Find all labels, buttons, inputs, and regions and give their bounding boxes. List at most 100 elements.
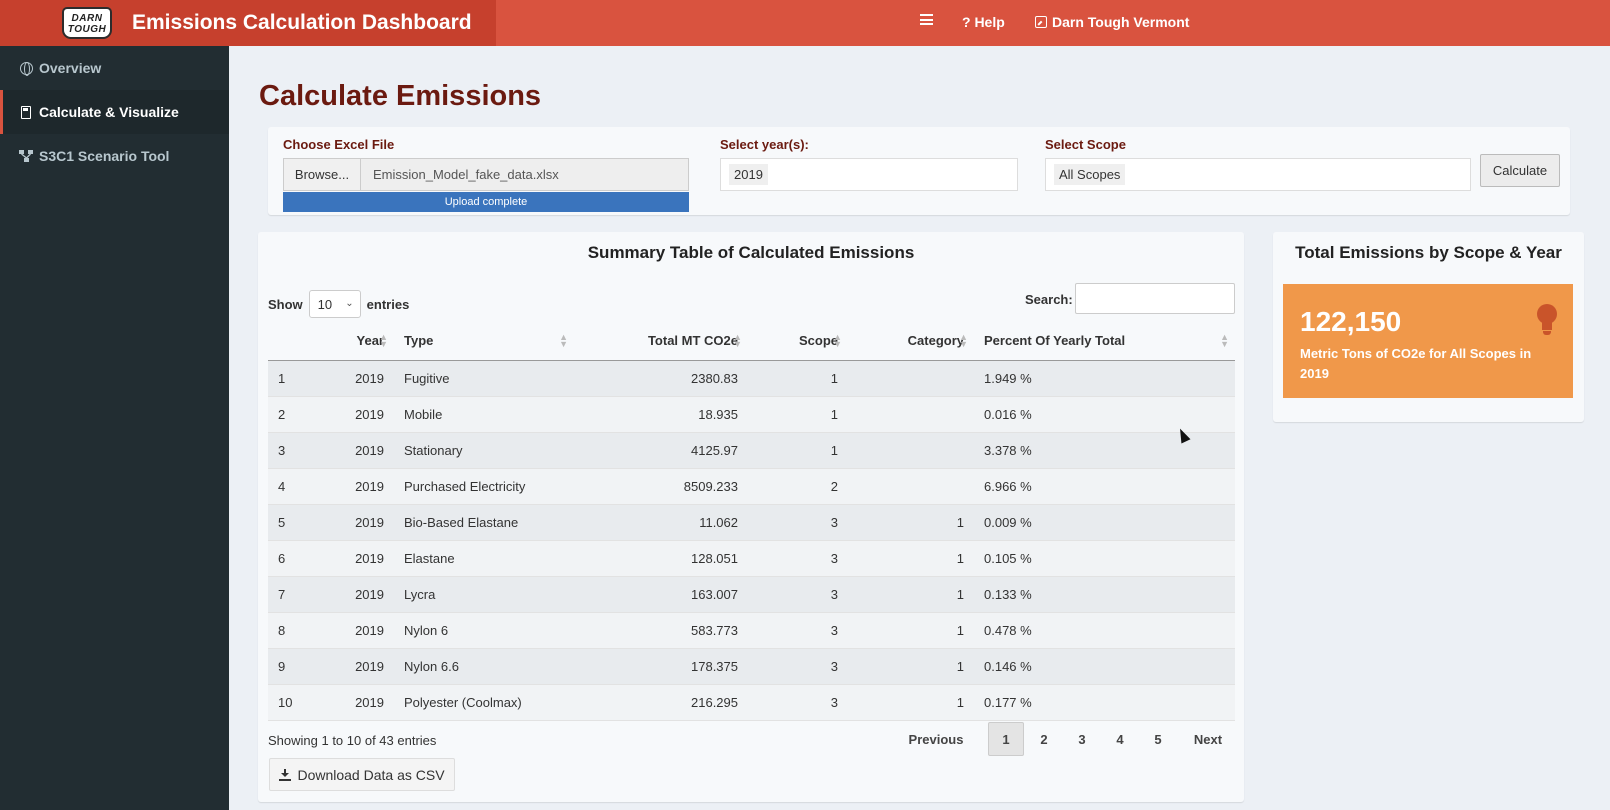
- column-header-label: Type: [404, 333, 434, 349]
- pagination-page-1[interactable]: 1: [988, 722, 1024, 756]
- table-row[interactable]: 6 2019 Elastane 128.051 3 1 0.105 %: [268, 540, 1235, 577]
- scope-chip[interactable]: All Scopes: [1054, 164, 1126, 185]
- sidebar-item-label: Calculate & Visualize: [39, 104, 179, 120]
- table-cell: 8509.233: [574, 468, 748, 505]
- sidebar-item-overview[interactable]: Overview: [0, 46, 229, 90]
- browse-button[interactable]: Browse...: [284, 159, 361, 190]
- table-row[interactable]: 4 2019 Purchased Electricity 8509.233 2 6.966…: [268, 468, 1235, 505]
- table-cell: Fugitive: [394, 360, 574, 397]
- table-row[interactable]: 3 2019 Stationary 4125.97 1 3.378 %: [268, 432, 1235, 469]
- table-row[interactable]: 10 2019 Polyester (Coolmax) 216.295 3 1 0.177 …: [268, 684, 1235, 721]
- table-row[interactable]: 1 2019 Fugitive 2380.83 1 1.949 %: [268, 360, 1235, 397]
- scope-select[interactable]: All Scopes: [1045, 158, 1471, 191]
- file-name: Emission_Model_fake_data.xlsx: [373, 167, 559, 182]
- entries-length-value: 10: [317, 296, 333, 312]
- table-cell: 2019: [328, 684, 394, 721]
- table-info: Showing 1 to 10 of 43 entries: [268, 733, 437, 748]
- table-cell: 216.295: [574, 684, 748, 721]
- table-cell: 0.478 %: [974, 612, 1235, 649]
- pagination-page-2[interactable]: 2: [1026, 722, 1062, 756]
- show-label: Show: [268, 296, 303, 312]
- table-cell: Nylon 6.6: [394, 648, 574, 685]
- calculator-icon: [19, 105, 33, 119]
- table-cell: Stationary: [394, 432, 574, 469]
- sort-icon: ▲ ▼: [559, 332, 568, 349]
- pagination-page-5[interactable]: 5: [1140, 722, 1176, 756]
- table-cell: 3: [748, 576, 848, 613]
- column-header-percent[interactable]: Percent Of Yearly Total ▲ ▼: [974, 322, 1235, 361]
- download-csv-button[interactable]: Download Data as CSV: [269, 758, 455, 791]
- sidebar-item-s3c1-scenario-tool[interactable]: S3C1 Scenario Tool: [0, 134, 229, 178]
- table-cell: 3: [748, 612, 848, 649]
- table-cell: 2019: [328, 360, 394, 397]
- table-cell: 1: [848, 576, 974, 613]
- download-csv-label: Download Data as CSV: [297, 766, 445, 783]
- pagination-previous[interactable]: Previous: [902, 722, 970, 756]
- column-header-label: Percent Of Yearly Total: [984, 333, 1126, 349]
- table-cell: 4: [268, 468, 328, 505]
- total-emissions-value: 122,150: [1300, 306, 1402, 337]
- search-label: Search:: [1025, 292, 1073, 307]
- table-row[interactable]: 2 2019 Mobile 18.935 1 0.016 %: [268, 396, 1235, 433]
- brand-area: DARN TOUGH Emissions Calculation Dashboa…: [0, 0, 496, 46]
- pagination-page-4[interactable]: 4: [1102, 722, 1138, 756]
- table-cell: 2: [268, 396, 328, 433]
- entries-label: entries: [366, 296, 410, 312]
- table-cell: 8: [268, 612, 328, 649]
- pagination-page-3[interactable]: 3: [1064, 722, 1100, 756]
- column-header-label: Total MT CO2e: [647, 333, 738, 349]
- sidebar-toggle-button[interactable]: [920, 14, 933, 25]
- column-header-label: Category: [907, 333, 964, 349]
- search-input[interactable]: [1075, 283, 1235, 314]
- table-cell: 583.773: [574, 612, 748, 649]
- table-row[interactable]: 8 2019 Nylon 6 583.773 3 1 0.478 %: [268, 612, 1235, 649]
- file-input[interactable]: Browse... Emission_Model_fake_data.xlsx: [283, 158, 689, 191]
- table-row[interactable]: 5 2019 Bio-Based Elastane 11.062 3 1 0.009 %: [268, 504, 1235, 541]
- page-title: Calculate Emissions: [259, 80, 542, 112]
- table-row[interactable]: 9 2019 Nylon 6.6 178.375 3 1 0.146 %: [268, 648, 1235, 685]
- year-select[interactable]: 2019: [720, 158, 1018, 191]
- table-cell: 4125.97: [574, 432, 748, 469]
- column-header-scope[interactable]: Scope ▲ ▼: [748, 322, 848, 361]
- table-cell: 3: [748, 648, 848, 685]
- table-cell: 18.935: [574, 396, 748, 433]
- table-cell: Polyester (Coolmax): [394, 684, 574, 721]
- table-cell: 0.177 %: [974, 684, 1235, 721]
- column-header-index[interactable]: [268, 322, 328, 361]
- length-control: Show 10 ⌄ entries: [268, 290, 409, 318]
- company-link[interactable]: Darn Tough Vermont: [1035, 14, 1189, 30]
- table-cell: 163.007: [574, 576, 748, 613]
- column-header-type[interactable]: Type ▲ ▼: [394, 322, 574, 361]
- chevron-down-icon: ⌄: [345, 298, 354, 309]
- table-cell: 2019: [328, 612, 394, 649]
- table-cell: [848, 396, 974, 433]
- year-chip[interactable]: 2019: [729, 164, 768, 185]
- calculate-button[interactable]: Calculate: [1480, 154, 1560, 187]
- column-header-category[interactable]: Category ▲ ▼: [848, 322, 974, 361]
- entries-length-select[interactable]: 10 ⌄: [308, 290, 361, 318]
- year-label: Select year(s):: [720, 137, 809, 152]
- table-cell: Mobile: [394, 396, 574, 433]
- table-cell: 1: [748, 396, 848, 433]
- darn-tough-logo[interactable]: DARN TOUGH: [62, 7, 112, 39]
- upload-progress-bar: Upload complete: [283, 192, 689, 212]
- sidebar-item-calculate-visualize[interactable]: Calculate & Visualize: [0, 90, 229, 134]
- table-cell: 10: [268, 684, 328, 721]
- column-header-total[interactable]: Total MT CO2e ▲ ▼: [574, 322, 748, 361]
- table-cell: 6.966 %: [974, 468, 1235, 505]
- table-cell: 0.146 %: [974, 648, 1235, 685]
- file-label: Choose Excel File: [283, 137, 395, 152]
- help-link[interactable]: ? Help: [962, 14, 1005, 30]
- column-header-year[interactable]: Year ▲ ▼: [328, 322, 394, 361]
- pagination-next[interactable]: Next: [1186, 722, 1230, 756]
- help-link-label: ? Help: [962, 14, 1005, 30]
- table-cell: 2019: [328, 504, 394, 541]
- table-cell: 3: [268, 432, 328, 469]
- table-cell: 0.105 %: [974, 540, 1235, 577]
- table-cell: 2019: [328, 648, 394, 685]
- table-row[interactable]: 7 2019 Lycra 163.007 3 1 0.133 %: [268, 576, 1235, 613]
- hamburger-icon: [920, 14, 933, 25]
- sort-icon: ▲ ▼: [1220, 332, 1229, 349]
- sidebar-item-label: S3C1 Scenario Tool: [39, 148, 170, 164]
- total-emissions-value-box: 122,150 Metric Tons of CO2e for All Scop…: [1283, 284, 1573, 398]
